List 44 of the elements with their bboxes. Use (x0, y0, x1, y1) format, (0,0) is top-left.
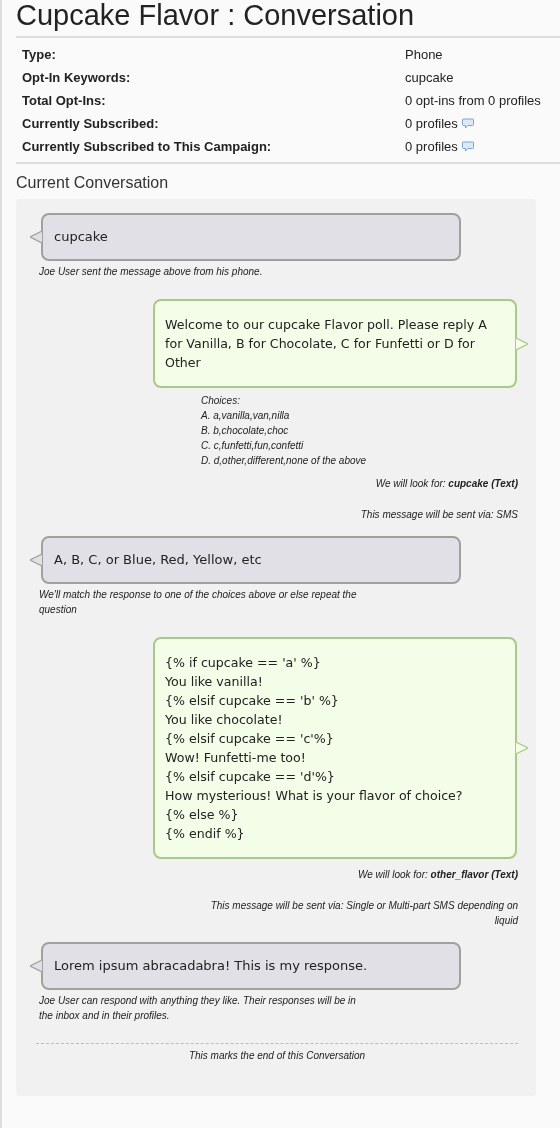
section-title: Current Conversation (16, 174, 170, 192)
choice-item: D. d,other,different,none of the above (201, 454, 368, 468)
detail-label: Total Opt-Ins: (22, 93, 107, 108)
message-bubble: Lorem ipsum abracadabra! This is my response. (41, 942, 461, 990)
detail-label: Currently Subscribed to This Campaign: (22, 139, 273, 154)
detail-value: 0 opt-ins from 0 profiles (405, 93, 541, 108)
bubble-tail (30, 553, 42, 567)
message-note: Joe User sent the message above from his phone. (39, 265, 264, 279)
message-bubble: cupcake (41, 213, 461, 261)
choice-item: A. a,vanilla,van,nilla (201, 409, 291, 423)
page-title: Cupcake Flavor : Conversation (15, 0, 416, 30)
detail-value: Phone (405, 47, 443, 62)
choice-item: B. b,chocolate,choc (201, 424, 290, 438)
detail-label: Opt-In Keywords: (22, 70, 132, 85)
detail-value: 0 profiles (405, 116, 458, 131)
message-text: You like chocolate! (165, 711, 284, 729)
message-note: We'll match the response to one of the choices above or else repeat the question (39, 588, 358, 617)
detail-label: Type: (22, 47, 57, 62)
message-bubble: A, B, C, or Blue, Red, Yellow, etc (41, 536, 461, 584)
speech-bubble-icon[interactable] (461, 118, 474, 129)
message-text: {% elsif cupcake == 'c'%} (165, 730, 335, 748)
message-text: Welcome to our cupcake Flavor poll. Please reply A for Vanilla, B for Chocolate, C for Funfetti or D for Other (165, 316, 488, 372)
message-text: You like vanilla! (165, 673, 264, 691)
choices-heading: Choices: (201, 394, 241, 408)
message-text: How mysterious! What is your flavor of choice? (165, 787, 464, 805)
end-note: This marks the end of this Conversation (36, 1043, 518, 1061)
send-method-note: This message will be sent via: SMS (360, 509, 518, 520)
send-method-note: This message will be sent via: Single or Multi-part SMS depending on liquid (210, 900, 518, 926)
detail-value: cupcake (405, 70, 454, 85)
message-text: {% else %} (165, 806, 240, 824)
detail-value: 0 profiles (405, 139, 458, 154)
detail-label: Currently Subscribed: (22, 116, 160, 131)
speech-bubble-icon[interactable] (461, 141, 474, 152)
message-text: {% elsif cupcake == 'b' %} (165, 692, 340, 710)
look-for-note: We will look for: cupcake (Text) (375, 478, 518, 489)
choice-item: C. c,funfetti,fun,confetti (201, 439, 305, 453)
message-text: {% if cupcake == 'a' %} (165, 654, 322, 672)
message-note: Joe User can respond with anything they like. Their responses will be in the inbox and in their profiles. (39, 994, 357, 1023)
message-text: {% elsif cupcake == 'd'%} (165, 768, 336, 786)
bubble-tail (30, 230, 42, 244)
message-text: {% endif %} (165, 825, 246, 843)
bubble-tail (30, 959, 42, 973)
message-text: Wow! Funfetti-me too! (165, 749, 307, 767)
look-for-note: We will look for: other_flavor (Text) (357, 869, 518, 880)
